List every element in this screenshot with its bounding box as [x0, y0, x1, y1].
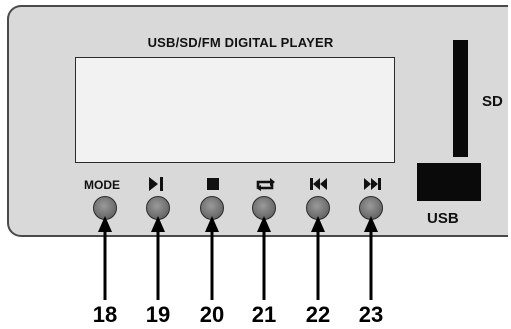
- callout-arrowhead-18: [98, 216, 112, 232]
- callout-number-19: 19: [145, 302, 171, 327]
- callout-number-20: 20: [199, 302, 225, 327]
- callout-number-18: 18: [92, 302, 118, 327]
- callout-number-22: 22: [305, 302, 331, 327]
- callout-arrowhead-19: [151, 216, 165, 232]
- callout-number-21: 21: [251, 302, 277, 327]
- callout-arrowhead-21: [257, 216, 271, 232]
- callout-arrows: [98, 216, 378, 300]
- callout-arrowhead-22: [311, 216, 325, 232]
- callout-number-23: 23: [358, 302, 384, 327]
- callout-arrowhead-23: [364, 216, 378, 232]
- callout-arrowhead-20: [205, 216, 219, 232]
